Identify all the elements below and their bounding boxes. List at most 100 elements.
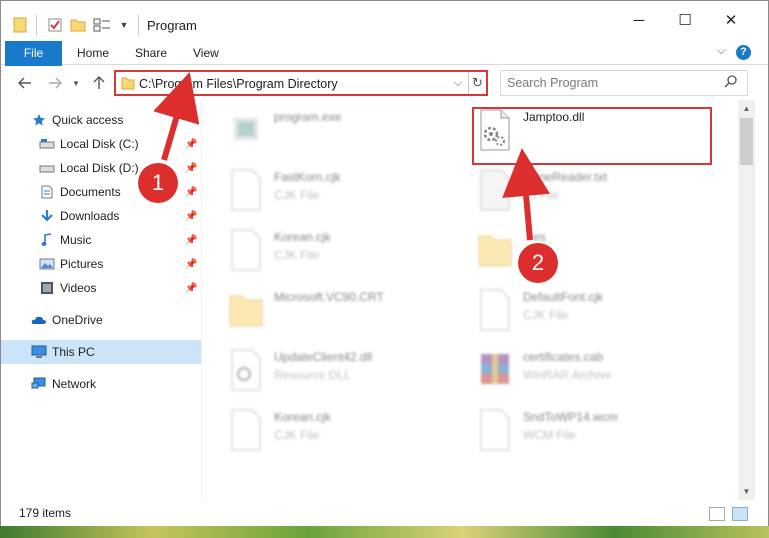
view-options-icon[interactable] xyxy=(91,15,113,35)
close-button[interactable]: ✕ xyxy=(708,5,754,35)
sidebar-item-this-pc[interactable]: This PC xyxy=(1,340,201,364)
sidebar-item-videos[interactable]: Videos 📌 xyxy=(1,276,201,300)
sidebar-item-quick-access[interactable]: Quick access xyxy=(1,108,201,132)
file-item[interactable]: UpdateClient42.dll Resource DLL xyxy=(202,342,442,398)
sidebar-item-label: Local Disk (D:) xyxy=(60,161,139,175)
tab-home[interactable]: Home xyxy=(65,41,121,65)
sidebar-item-label: This PC xyxy=(52,345,95,359)
file-icon xyxy=(480,289,510,331)
folder-icon xyxy=(478,235,512,267)
file-name: Korean.cjk xyxy=(274,410,331,424)
title-bar: ▼ Program ─ ☐ ✕ xyxy=(1,1,768,41)
pin-icon[interactable]: 📌 xyxy=(185,211,197,222)
file-type: ...t File xyxy=(523,188,560,202)
maximize-button[interactable]: ☐ xyxy=(662,5,708,35)
videos-icon xyxy=(39,280,55,296)
sidebar-item-local-disk-c[interactable]: Local Disk (C:) 📌 xyxy=(1,132,201,156)
minimize-button[interactable]: ─ xyxy=(616,5,662,35)
dll-icon xyxy=(231,349,261,391)
file-type: CJK File xyxy=(274,188,320,202)
pin-icon[interactable]: 📌 xyxy=(185,235,197,246)
file-item[interactable]: Microsoft.VC90.CRT xyxy=(202,282,442,338)
file-type: CJK File xyxy=(274,248,320,262)
drive-icon xyxy=(39,136,55,152)
up-button[interactable] xyxy=(89,72,109,94)
item-count: 179 items xyxy=(19,506,72,520)
file-item[interactable]: certificates.cab WinRAR Archive xyxy=(451,342,691,398)
vertical-scrollbar[interactable]: ▲ ▼ xyxy=(738,100,755,500)
sidebar-item-downloads[interactable]: Downloads 📌 xyxy=(1,204,201,228)
expand-ribbon-icon[interactable]: ⌵ xyxy=(717,45,725,58)
large-icons-view-icon[interactable] xyxy=(732,507,748,521)
downloads-icon xyxy=(39,208,55,224)
pin-icon[interactable]: 📌 xyxy=(185,259,197,270)
sidebar-item-onedrive[interactable]: OneDrive xyxy=(1,308,201,332)
folder-icon[interactable] xyxy=(11,15,29,35)
pictures-icon xyxy=(39,256,55,272)
sidebar-item-label: Network xyxy=(52,377,97,391)
file-type: WCM File xyxy=(523,428,576,442)
star-icon xyxy=(31,112,47,128)
file-icon xyxy=(231,169,261,211)
file-item[interactable]: FastKorn.cjk CJK File xyxy=(202,162,442,218)
sidebar-item-label: OneDrive xyxy=(52,313,103,327)
file-name: Korean.cjk xyxy=(274,230,331,244)
archive-icon xyxy=(481,354,509,384)
file-type: WinRAR Archive xyxy=(523,368,612,382)
back-button[interactable] xyxy=(15,72,35,94)
recent-locations-icon[interactable]: ▼ xyxy=(69,72,83,94)
forward-button[interactable] xyxy=(45,72,65,94)
address-bar[interactable]: C:\Program Files\Program Directory ⌵ ↻ xyxy=(114,70,488,96)
file-name: Microsoft.VC90.CRT xyxy=(274,290,384,304)
file-icon xyxy=(231,229,261,271)
file-name: certificates.cab xyxy=(523,350,604,364)
file-name: ...es xyxy=(523,230,546,244)
navigation-pane: Quick access Local Disk (C:) 📌 Local Dis… xyxy=(1,100,201,500)
details-view-icon[interactable] xyxy=(709,507,725,521)
file-item[interactable]: Korean.cjk CJK File xyxy=(202,402,442,458)
pin-icon[interactable]: 📌 xyxy=(185,187,197,198)
properties-icon[interactable] xyxy=(45,15,65,35)
highlight-box-dll xyxy=(472,107,712,165)
scroll-down-icon[interactable]: ▼ xyxy=(738,483,755,500)
customize-toolbar-icon[interactable]: ▼ xyxy=(117,15,131,35)
pin-icon[interactable]: 📌 xyxy=(185,163,197,174)
sidebar-item-label: Local Disk (C:) xyxy=(60,137,139,151)
status-bar: 179 items xyxy=(1,500,768,526)
scroll-thumb[interactable] xyxy=(740,118,753,165)
new-folder-icon[interactable] xyxy=(69,15,87,35)
tab-view[interactable]: View xyxy=(181,41,231,65)
tab-share[interactable]: Share xyxy=(123,41,179,65)
sidebar-item-label: Pictures xyxy=(60,257,104,271)
sidebar-item-network[interactable]: Network xyxy=(1,372,201,396)
ribbon-tabs: File Home Share View ⌵ ? xyxy=(1,41,768,97)
search-icon[interactable] xyxy=(724,75,737,91)
pin-icon[interactable]: 📌 xyxy=(185,283,197,294)
help-icon[interactable]: ? xyxy=(736,45,751,60)
file-item[interactable]: ...es xyxy=(451,222,691,278)
music-icon xyxy=(39,232,55,248)
sidebar-item-pictures[interactable]: Pictures 📌 xyxy=(1,252,201,276)
scroll-up-icon[interactable]: ▲ xyxy=(738,100,755,117)
refresh-icon[interactable]: ↻ xyxy=(468,72,486,94)
divider xyxy=(36,15,37,35)
file-item[interactable]: ...fineReader.txt ...t File xyxy=(451,162,691,218)
search-input[interactable] xyxy=(507,75,717,91)
folder-icon xyxy=(121,76,135,93)
navigation-bar: ▼ C:\Program Files\Program Directory ⌵ ↻ xyxy=(1,66,768,100)
network-icon xyxy=(31,376,47,392)
file-name: DefaultFont.cjk xyxy=(523,290,604,304)
file-item[interactable]: SndToWP14.wcm WCM File xyxy=(451,402,691,458)
search-box[interactable] xyxy=(500,70,748,96)
title-separator xyxy=(138,15,139,35)
sidebar-item-label: Music xyxy=(60,233,92,247)
sidebar-item-music[interactable]: Music 📌 xyxy=(1,228,201,252)
file-item[interactable]: program.exe xyxy=(202,102,442,158)
file-name: ...fineReader.txt xyxy=(523,170,608,184)
address-dropdown-icon[interactable]: ⌵ xyxy=(450,74,466,92)
pin-icon[interactable]: 📌 xyxy=(185,139,197,150)
window-title: Program xyxy=(147,18,197,33)
file-item[interactable]: DefaultFont.cjk CJK File xyxy=(451,282,691,338)
file-item[interactable]: Korean.cjk CJK File xyxy=(202,222,442,278)
exe-icon xyxy=(234,118,258,140)
